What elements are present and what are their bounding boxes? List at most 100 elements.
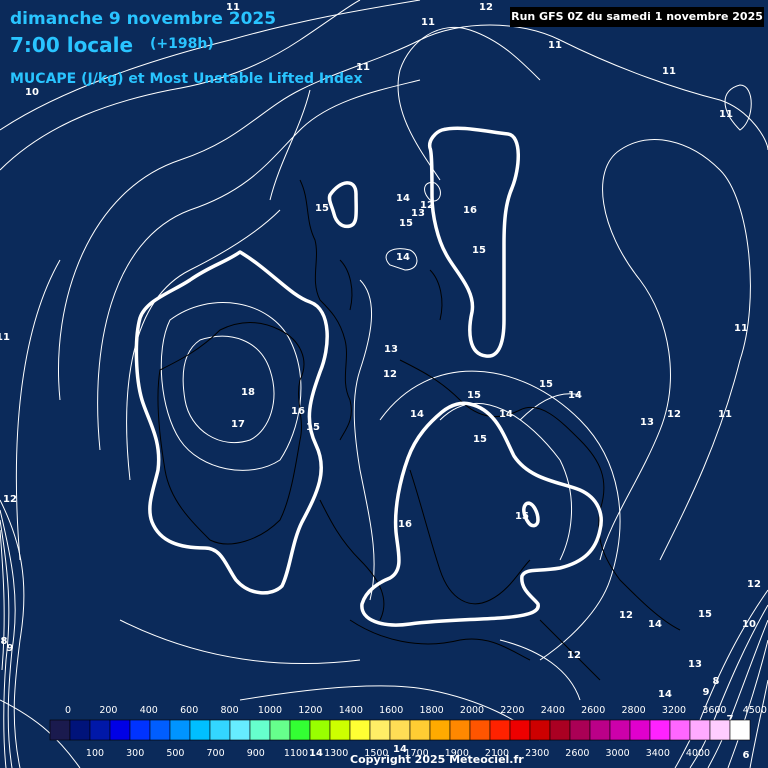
legend-top-label: 2200 [500, 705, 524, 716]
legend-bottom-label: 4000 [686, 748, 710, 759]
legend-top-label: 4500 [743, 705, 767, 716]
contour-label: 9 [7, 643, 14, 654]
contour-label: 12 [479, 2, 493, 13]
legend-top-label: 200 [99, 705, 117, 716]
contour-label: 12 [383, 369, 397, 380]
legend-swatch [289, 719, 311, 741]
legend-top-label: 3600 [702, 705, 726, 716]
legend-top-label: 2600 [581, 705, 605, 716]
contour-label: 10 [742, 619, 756, 630]
legend-bottom-label: 100 [86, 748, 104, 759]
legend-bottom-label: 1100 [284, 748, 308, 759]
legend-swatch [369, 719, 391, 741]
date-title: dimanche 9 novembre 2025 [10, 9, 277, 29]
legend-bottom-label: 1300 [324, 748, 348, 759]
product-title: MUCAPE (J/kg) et Most Unstable Lifted In… [10, 71, 363, 87]
legend-swatch [209, 719, 231, 741]
weather-map: 1211111111111011151412131516151411111312… [0, 0, 768, 768]
contour-label: 18 [241, 387, 255, 398]
legend-swatch [489, 719, 511, 741]
legend-swatch [89, 719, 111, 741]
legend-top-label: 2800 [622, 705, 646, 716]
contour-label: 12 [619, 610, 633, 621]
legend-swatch [389, 719, 411, 741]
legend-swatch [509, 719, 531, 741]
contour-label: 16 [291, 406, 305, 417]
legend-swatch [629, 719, 651, 741]
contour-label: 14 [648, 619, 662, 630]
contour-label: 12 [747, 579, 761, 590]
contour-label: 15 [472, 245, 486, 256]
legend-swatch [649, 719, 671, 741]
contour-label: 13 [384, 344, 398, 355]
lead-time: (+198h) [150, 36, 214, 52]
contour-label: 14 [396, 193, 410, 204]
contour-label: 14 [396, 252, 410, 263]
legend-swatch [429, 719, 451, 741]
legend-bottom-label: 900 [247, 748, 265, 759]
legend-bottom-label: 2600 [565, 748, 589, 759]
legend-swatch [569, 719, 591, 741]
contour-label: 11 [548, 40, 562, 51]
legend-bottom-label: 3400 [646, 748, 670, 759]
legend-swatch [589, 719, 611, 741]
contour-label: 11 [719, 109, 733, 120]
contour-label: 14 [499, 409, 513, 420]
legend-swatch [549, 719, 571, 741]
contour-label: 14 [658, 689, 672, 700]
legend-bottom-label: 500 [166, 748, 184, 759]
legend-top-label: 400 [140, 705, 158, 716]
legend-top-label: 600 [180, 705, 198, 716]
contour-label: 11 [734, 323, 748, 334]
contour-label: 6 [743, 750, 750, 761]
time-title: 7:00 locale [10, 33, 134, 57]
contour-label: 8 [713, 676, 720, 687]
contour-label: 15 [515, 511, 529, 522]
legend-top-label: 0 [65, 705, 71, 716]
legend-top-label: 800 [221, 705, 239, 716]
contour-label: 10 [25, 87, 39, 98]
legend-bottom-label: 700 [207, 748, 225, 759]
legend-bottom-label: 300 [126, 748, 144, 759]
contour-label: 11 [718, 409, 732, 420]
legend-swatch [249, 719, 271, 741]
contour-label: 12 [667, 409, 681, 420]
legend-swatch [109, 719, 131, 741]
contour-label: 15 [467, 390, 481, 401]
legend-swatch [449, 719, 471, 741]
contour-label: 12 [3, 494, 17, 505]
map-background [0, 0, 768, 768]
legend-swatch [149, 719, 171, 741]
legend-swatch [609, 719, 631, 741]
legend-top-label: 2400 [541, 705, 565, 716]
legend-top-label: 1400 [339, 705, 363, 716]
legend-swatch [409, 719, 431, 741]
contour-label: 14 [309, 748, 323, 759]
contour-label: 15 [399, 218, 413, 229]
legend-swatch [709, 719, 731, 741]
contour-label: 15 [473, 434, 487, 445]
legend-swatch [129, 719, 151, 741]
contour-label: 11 [662, 66, 676, 77]
contour-label: 9 [703, 687, 710, 698]
legend-swatch [49, 719, 71, 741]
run-info-box: Run GFS 0Z du samedi 1 novembre 2025 [510, 7, 764, 27]
contour-label: 11 [421, 17, 435, 28]
legend-swatch [189, 719, 211, 741]
contour-label: 15 [698, 609, 712, 620]
contour-label: 15 [539, 379, 553, 390]
copyright-text: Copyright 2025 Meteociel.fr [350, 753, 524, 766]
contour-label: 13 [411, 208, 425, 219]
legend-top-label: 1600 [379, 705, 403, 716]
contour-label: 15 [315, 203, 329, 214]
legend-top-label: 1200 [298, 705, 322, 716]
contour-label: 13 [640, 417, 654, 428]
legend-swatch [729, 719, 751, 741]
legend-bottom-label: 3000 [606, 748, 630, 759]
legend-swatch [669, 719, 691, 741]
legend-swatch [329, 719, 351, 741]
legend-swatch [309, 719, 331, 741]
legend-top-label: 1800 [420, 705, 444, 716]
legend-swatch [69, 719, 91, 741]
legend-top-label: 3200 [662, 705, 686, 716]
